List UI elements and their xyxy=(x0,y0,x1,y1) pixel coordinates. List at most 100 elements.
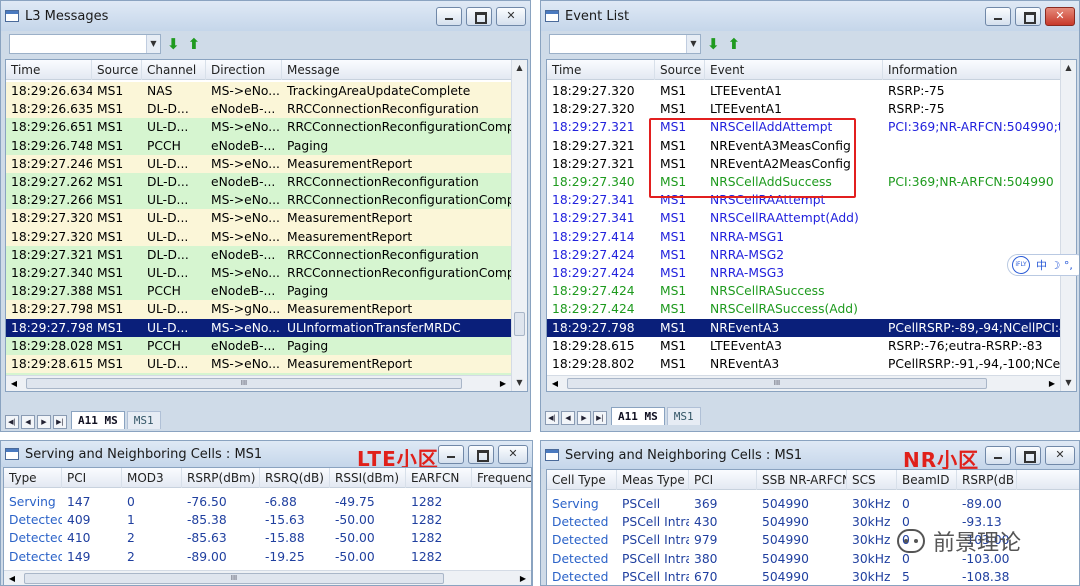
lte-cells-titlebar[interactable]: Serving and Neighboring Cells : MS1 xyxy=(1,441,532,467)
table-row[interactable]: 18:29:27.320 MS1 LTEEventA1 RSRP:-75 xyxy=(547,100,1062,119)
column-header[interactable]: RSRP(dB xyxy=(957,470,1017,490)
scroll-down-icon[interactable]: ▼ xyxy=(1061,375,1076,391)
close-button[interactable] xyxy=(1045,446,1075,465)
minimize-button[interactable] xyxy=(436,7,462,26)
tab-ms1[interactable]: MS1 xyxy=(666,407,701,425)
scroll-left-icon[interactable]: ◀ xyxy=(547,376,563,391)
last-page-icon[interactable]: ▶| xyxy=(593,411,607,425)
table-row[interactable]: 18:29:27.320 MS1 LTEEventA1 RSRP:-75 xyxy=(547,82,1062,101)
table-row[interactable]: 18:29:27.246 MS1 UL-D... MS->eNo... Measurem… xyxy=(6,154,513,173)
table-row[interactable]: Detected 149 2 -89.00 -19.25 -50.00 1282 xyxy=(4,547,531,566)
maximize-button[interactable] xyxy=(466,7,492,26)
horizontal-scrollbar[interactable]: ◀ III ▶ xyxy=(6,375,511,391)
table-row[interactable]: 18:29:27.340 MS1 UL-D... MS->eNo... RRCConne… xyxy=(6,264,513,283)
column-header[interactable]: SSB NR-ARFCN xyxy=(757,470,847,490)
table-row[interactable]: 18:29:27.321 MS1 DL-D... eNodeB-... RRCConne… xyxy=(6,245,513,264)
first-page-icon[interactable]: ◀| xyxy=(5,415,19,429)
table-row[interactable]: 18:29:28.802 MS1 NREventA3 PCellRSRP:-91,-9… xyxy=(547,355,1062,374)
column-header[interactable]: SCS xyxy=(847,470,897,490)
table-row[interactable]: 18:29:27.424 MS1 NRSCellRASuccess(Add) xyxy=(547,300,1062,319)
column-header[interactable]: Frequency xyxy=(472,468,531,488)
column-header[interactable]: Message xyxy=(282,60,513,80)
table-row[interactable]: 18:29:27.320 MS1 UL-D... MS->eNo... Measurem… xyxy=(6,227,513,246)
table-row[interactable]: Serving PSCell 369 504990 30kHz 0 -89.00 xyxy=(547,495,1017,514)
hscroll-thumb[interactable]: III xyxy=(24,573,444,584)
prev-page-icon[interactable]: ◀ xyxy=(561,411,575,425)
tab-all-ms[interactable]: A11 MS xyxy=(71,411,125,429)
hscroll-thumb[interactable]: III xyxy=(567,378,987,389)
vertical-scrollbar[interactable]: ▲ ▼ xyxy=(511,60,527,391)
table-row[interactable]: 18:29:27.414 MS1 NRRA-MSG1 xyxy=(547,227,1062,246)
table-row[interactable]: 18:29:28.615 MS1 LTEEventA3 RSRP:-76;eutra-… xyxy=(547,336,1062,355)
column-header[interactable]: Source xyxy=(92,60,142,80)
scroll-thumb[interactable] xyxy=(514,312,525,336)
arrow-down-icon[interactable]: ⬇ xyxy=(707,36,720,52)
column-header[interactable]: Cell Type xyxy=(547,470,617,490)
column-header[interactable]: Channel xyxy=(142,60,206,80)
scroll-down-icon[interactable]: ▼ xyxy=(512,375,527,391)
prev-page-icon[interactable]: ◀ xyxy=(21,415,35,429)
l3-filter-combo[interactable]: ▼ xyxy=(9,34,161,54)
table-row[interactable]: 18:29:28.028 MS1 PCCH eNodeB-... Paging xyxy=(6,336,513,355)
table-row[interactable]: 18:29:27.341 MS1 NRSCellRAAttempt(Add) xyxy=(547,209,1062,228)
table-row[interactable]: Detected 410 2 -85.63 -15.88 -50.00 1282 xyxy=(4,529,531,548)
ifly-input-widget[interactable]: iFLY 中 ☽ °, xyxy=(1007,254,1079,276)
chevron-down-icon[interactable]: ▼ xyxy=(146,35,160,53)
column-header[interactable]: Time xyxy=(6,60,92,80)
column-header[interactable]: MOD3 xyxy=(122,468,182,488)
table-row[interactable]: 18:29:27.424 MS1 NRSCellRASuccess xyxy=(547,282,1062,301)
minimize-button[interactable] xyxy=(985,446,1011,465)
close-button[interactable] xyxy=(498,445,528,464)
column-header[interactable]: Type xyxy=(4,468,62,488)
table-row[interactable]: 18:29:26.635 MS1 DL-D... eNodeB-... RRCConne… xyxy=(6,100,513,119)
table-row[interactable]: 18:29:27.320 MS1 UL-D... MS->eNo... Measurem… xyxy=(6,209,513,228)
arrow-down-icon[interactable]: ⬇ xyxy=(167,36,180,52)
column-header[interactable]: Direction xyxy=(206,60,282,80)
table-row[interactable]: 18:29:26.634 MS1 NAS MS->eNo... TrackingArea… xyxy=(6,82,513,101)
maximize-button[interactable] xyxy=(1015,446,1041,465)
scroll-up-icon[interactable]: ▲ xyxy=(1061,60,1076,76)
table-row[interactable]: Detected PSCell Intra 670 504990 30kHz 5 -108.… xyxy=(547,567,1017,585)
column-header[interactable]: PCI xyxy=(689,470,757,490)
scroll-left-icon[interactable]: ◀ xyxy=(6,376,22,391)
table-row[interactable]: Serving 147 0 -76.50 -6.88 -49.75 1282 xyxy=(4,493,531,512)
table-row[interactable]: 18:29:26.651 MS1 UL-D... MS->eNo... RRCConne… xyxy=(6,118,513,137)
scroll-right-icon[interactable]: ▶ xyxy=(515,571,531,585)
table-row[interactable]: 18:29:27.262 MS1 DL-D... eNodeB-... RRCConne… xyxy=(6,173,513,192)
table-row[interactable]: Detected 409 1 -85.38 -15.63 -50.00 1282 xyxy=(4,511,531,530)
l3-messages-titlebar[interactable]: L3 Messages xyxy=(1,1,530,31)
tab-ms1[interactable]: MS1 xyxy=(126,411,161,429)
minimize-button[interactable] xyxy=(438,445,464,464)
close-button[interactable] xyxy=(1045,7,1075,26)
column-header[interactable]: Event xyxy=(705,60,883,80)
close-button[interactable] xyxy=(496,7,526,26)
column-header[interactable]: Time xyxy=(547,60,655,80)
column-header[interactable]: Meas Type xyxy=(617,470,689,490)
event-filter-combo[interactable]: ▼ xyxy=(549,34,701,54)
scroll-right-icon[interactable]: ▶ xyxy=(495,376,511,391)
chevron-down-icon[interactable]: ▼ xyxy=(686,35,700,53)
column-header[interactable]: Information xyxy=(883,60,1062,80)
column-header[interactable]: RSRQ(dB) xyxy=(260,468,330,488)
arrow-up-icon[interactable]: ⬆ xyxy=(188,36,201,52)
minimize-button[interactable] xyxy=(985,7,1011,26)
ifly-input-mode[interactable]: 中 ☽ °, xyxy=(1036,257,1073,273)
table-row[interactable]: 18:29:27.424 MS1 NRRA-MSG2 xyxy=(547,245,1062,264)
nr-cells-titlebar[interactable]: Serving and Neighboring Cells : MS1 xyxy=(541,441,1079,469)
table-row[interactable]: 18:29:27.798 MS1 NREventA3 PCellRSRP:-89,-9… xyxy=(547,318,1062,337)
maximize-button[interactable] xyxy=(468,445,494,464)
tab-all-ms[interactable]: A11 MS xyxy=(611,407,665,425)
next-page-icon[interactable]: ▶ xyxy=(577,411,591,425)
table-row[interactable]: 18:29:27.424 MS1 NRRA-MSG3 xyxy=(547,264,1062,283)
scroll-up-icon[interactable]: ▲ xyxy=(512,60,527,76)
table-row[interactable]: 18:29:27.798 MS1 UL-D... MS->eNo... ULInform… xyxy=(6,318,513,337)
column-header[interactable]: RSSI(dBm) xyxy=(330,468,406,488)
table-row[interactable]: 18:29:27.266 MS1 UL-D... MS->eNo... RRCConne… xyxy=(6,191,513,210)
scroll-left-icon[interactable]: ◀ xyxy=(4,571,20,585)
event-list-titlebar[interactable]: Event List xyxy=(541,1,1079,31)
column-header[interactable]: BeamID xyxy=(897,470,957,490)
last-page-icon[interactable]: ▶| xyxy=(53,415,67,429)
column-header[interactable]: RSRP(dBm) xyxy=(182,468,260,488)
column-header[interactable]: Source xyxy=(655,60,705,80)
table-row[interactable]: 18:29:27.798 MS1 UL-D... MS->gNo... Measurem… xyxy=(6,300,513,319)
